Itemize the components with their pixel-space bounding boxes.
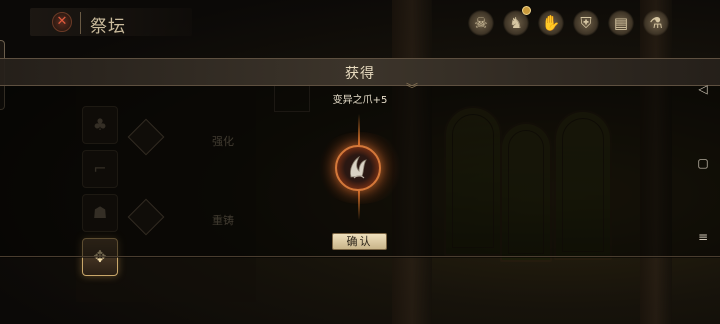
modal-bottom-line xyxy=(0,256,720,257)
top-icon-bar: ☠ ♞ ✋ ⛨ ▤ ⚗ xyxy=(468,6,669,36)
notification-badge xyxy=(522,6,531,15)
shield-icon[interactable]: ⛨ xyxy=(573,10,599,36)
title-divider xyxy=(80,12,81,34)
menu-icon[interactable]: ≡ xyxy=(696,230,710,244)
book-icon[interactable]: ▤ xyxy=(608,10,634,36)
beast-icon[interactable]: ♞ xyxy=(503,6,531,36)
potion-icon[interactable]: ⚗ xyxy=(643,10,669,36)
home-icon[interactable]: ▢ xyxy=(696,156,710,170)
reward-title: 获得 xyxy=(345,66,375,82)
close-button[interactable]: ✕ xyxy=(52,12,72,32)
back-icon[interactable]: ◁ xyxy=(696,82,710,96)
skull-icon[interactable]: ☠ xyxy=(468,10,494,36)
confirm-button[interactable]: 确认 xyxy=(332,233,387,250)
hand-icon[interactable]: ✋ xyxy=(538,10,564,36)
system-nav-bar: ◁ ▢ ≡ xyxy=(692,0,720,324)
reward-item-name: 变异之爪+5 xyxy=(332,95,388,106)
page-title: 祭坛 xyxy=(90,17,126,37)
mutant-claw-icon xyxy=(350,155,367,179)
